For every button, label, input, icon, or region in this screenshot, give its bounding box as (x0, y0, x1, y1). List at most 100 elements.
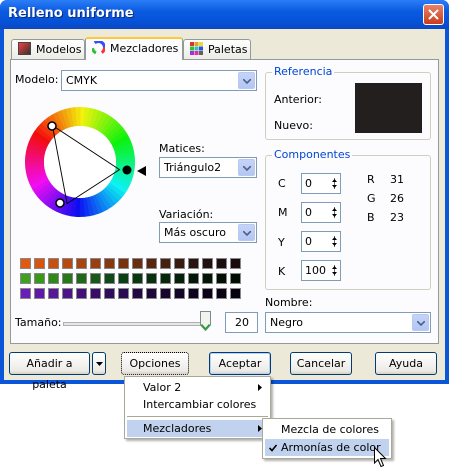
tab-modelos-label: Modelos (36, 43, 82, 56)
size-slider-track[interactable] (63, 322, 207, 326)
previous-label: Anterior: (274, 93, 322, 106)
k-spinner[interactable]: 100 (301, 260, 341, 281)
color-swatch[interactable] (202, 258, 213, 269)
size-slider-thumb[interactable] (200, 311, 211, 331)
color-swatch[interactable] (118, 273, 129, 284)
chevron-down-icon (95, 362, 103, 366)
cancel-button[interactable]: Cancelar (290, 352, 352, 375)
menu-item-color-blend[interactable]: Mezcla de colores (265, 421, 389, 438)
color-swatch[interactable] (104, 273, 115, 284)
color-swatch[interactable] (20, 288, 31, 299)
color-swatch[interactable] (76, 273, 87, 284)
color-swatch[interactable] (160, 273, 171, 284)
color-swatch[interactable] (62, 288, 73, 299)
chevron-down-icon[interactable] (238, 72, 255, 89)
c-label: C (278, 177, 286, 190)
chevron-down-icon[interactable] (238, 159, 255, 176)
color-swatch[interactable] (202, 288, 213, 299)
color-swatch[interactable] (230, 258, 241, 269)
color-swatch[interactable] (188, 273, 199, 284)
b-value: 23 (390, 211, 404, 224)
color-swatch[interactable] (160, 288, 171, 299)
variation-label: Variación: (159, 208, 214, 221)
c-value: 0 (305, 177, 312, 190)
chevron-down-icon[interactable] (412, 314, 429, 331)
submenu-arrow-icon (258, 384, 262, 391)
color-swatch[interactable] (188, 288, 199, 299)
color-swatch[interactable] (62, 258, 73, 269)
color-swatch[interactable] (104, 288, 115, 299)
chevron-down-icon[interactable] (238, 224, 255, 241)
color-swatch[interactable] (104, 258, 115, 269)
hue-pointer-icon[interactable] (137, 166, 146, 176)
color-swatch[interactable] (20, 258, 31, 269)
menu-item-value2[interactable]: Valor 2 (127, 379, 268, 396)
color-swatch[interactable] (76, 288, 87, 299)
color-swatch[interactable] (34, 273, 45, 284)
color-swatch[interactable] (216, 258, 227, 269)
accept-button[interactable]: Aceptar (209, 352, 271, 375)
add-to-palette-dropdown[interactable] (92, 352, 106, 375)
harmony-point-1[interactable] (47, 121, 57, 131)
spinner-arrows-icon[interactable] (330, 233, 339, 250)
help-button[interactable]: Ayuda (375, 352, 437, 375)
spinner-arrows-icon[interactable] (330, 175, 339, 192)
size-input[interactable]: 20 (225, 312, 258, 333)
menu-item-swap-colors[interactable]: Intercambiar colores (127, 396, 268, 413)
harmony-point-main[interactable] (122, 165, 132, 175)
variation-select[interactable]: Más oscuro (159, 222, 257, 243)
tab-mezcladores[interactable]: Mezcladores (85, 37, 183, 60)
color-swatch[interactable] (118, 288, 129, 299)
color-swatch[interactable] (48, 273, 59, 284)
color-swatch[interactable] (132, 273, 143, 284)
color-swatch[interactable] (48, 288, 59, 299)
color-swatch[interactable] (76, 258, 87, 269)
color-swatch[interactable] (34, 288, 45, 299)
color-swatch[interactable] (48, 258, 59, 269)
color-swatch[interactable] (146, 258, 157, 269)
color-swatch[interactable] (132, 258, 143, 269)
color-swatch[interactable] (146, 273, 157, 284)
color-swatch[interactable] (216, 288, 227, 299)
color-swatch[interactable] (90, 273, 101, 284)
color-swatch[interactable] (230, 288, 241, 299)
add-to-palette-button[interactable]: Añadir a paleta (9, 352, 90, 391)
color-swatch[interactable] (90, 258, 101, 269)
color-swatch[interactable] (34, 258, 45, 269)
color-swatch[interactable] (62, 273, 73, 284)
color-swatch[interactable] (146, 288, 157, 299)
menu-item-color-harmonies[interactable]: Armonías de color (265, 439, 389, 456)
color-swatch[interactable] (230, 273, 241, 284)
color-swatch[interactable] (20, 273, 31, 284)
tab-paletas[interactable]: Paletas (183, 39, 251, 59)
color-wheel[interactable] (24, 106, 136, 218)
color-swatch[interactable] (90, 288, 101, 299)
g-value: 26 (390, 192, 404, 205)
color-swatch[interactable] (188, 258, 199, 269)
color-swatch[interactable] (174, 273, 185, 284)
menu-item-mixers[interactable]: Mezcladores (127, 420, 268, 437)
y-label: Y (278, 236, 285, 249)
tab-modelos[interactable]: Modelos (11, 39, 85, 59)
close-button[interactable] (423, 4, 444, 25)
model-select[interactable]: CMYK (61, 70, 257, 91)
color-swatch[interactable] (160, 258, 171, 269)
hues-select[interactable]: Triángulo2 (159, 157, 257, 178)
color-swatch[interactable] (174, 258, 185, 269)
y-spinner[interactable]: 0 (301, 231, 341, 252)
color-swatch[interactable] (118, 258, 129, 269)
name-select[interactable]: Negro (265, 312, 431, 333)
spinner-arrows-icon[interactable] (330, 262, 339, 279)
color-swatch[interactable] (202, 273, 213, 284)
harmony-point-2[interactable] (55, 198, 65, 208)
options-button[interactable]: Opciones (121, 352, 189, 390)
hues-value: Triángulo2 (164, 161, 222, 174)
m-spinner[interactable]: 0 (301, 202, 341, 223)
color-swatch[interactable] (174, 288, 185, 299)
color-swatch[interactable] (216, 273, 227, 284)
check-icon (269, 444, 277, 452)
spinner-arrows-icon[interactable] (330, 204, 339, 221)
color-swatch[interactable] (132, 288, 143, 299)
title-bar[interactable]: Relleno uniforme (0, 0, 449, 29)
c-spinner[interactable]: 0 (301, 173, 341, 194)
